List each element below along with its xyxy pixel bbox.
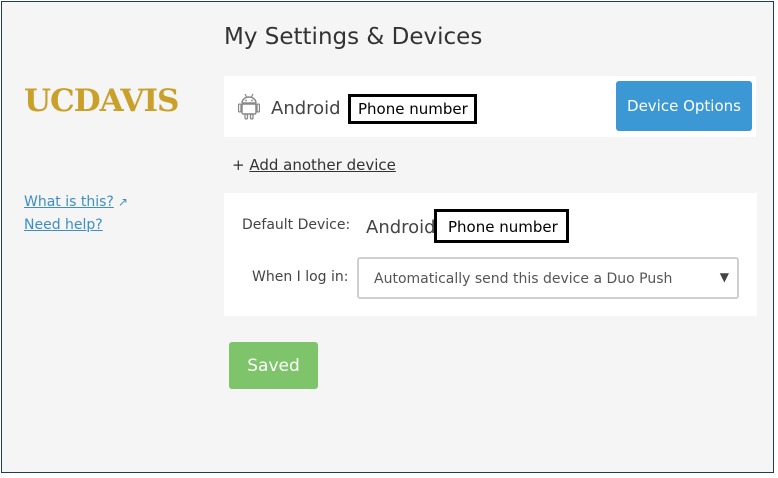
default-device-label: Default Device: [242,217,351,233]
default-phone-number-redaction: Phone number [434,209,569,243]
need-help-link[interactable]: Need help? [24,217,128,233]
external-link-icon: ↗ [117,195,128,209]
default-device-card: Default Device: Android Phone number Whe… [224,193,757,316]
login-action-select[interactable]: Automatically send this device a Duo Pus… [357,257,739,299]
add-another-device-link[interactable]: Add another device [249,156,396,174]
saved-button[interactable]: Saved [229,342,318,389]
settings-frame: UCDAVIS What is this? ↗ Need help? My Set… [1,1,774,473]
android-icon [238,93,260,120]
device-card: Android Phone number Device Options [224,76,756,137]
ucdavis-logo: UCDAVIS [24,83,179,119]
phone-number-redaction: Phone number [348,94,477,124]
device-name: Android [271,98,341,119]
login-action-value: Automatically send this device a Duo Pus… [374,271,673,287]
device-options-button[interactable]: Device Options [616,81,752,131]
sidebar-links: What is this? ↗ Need help? [24,194,128,240]
add-plus-icon: + [232,156,245,174]
what-is-this-label: What is this? [24,194,114,210]
default-device-name: Android [366,217,436,238]
dropdown-arrow-icon: ▼ [719,270,729,284]
add-device-row: + Add another device [232,156,396,174]
what-is-this-link[interactable]: What is this? ↗ [24,194,128,210]
page-title: My Settings & Devices [224,24,483,50]
when-i-log-in-label: When I log in: [252,269,349,285]
